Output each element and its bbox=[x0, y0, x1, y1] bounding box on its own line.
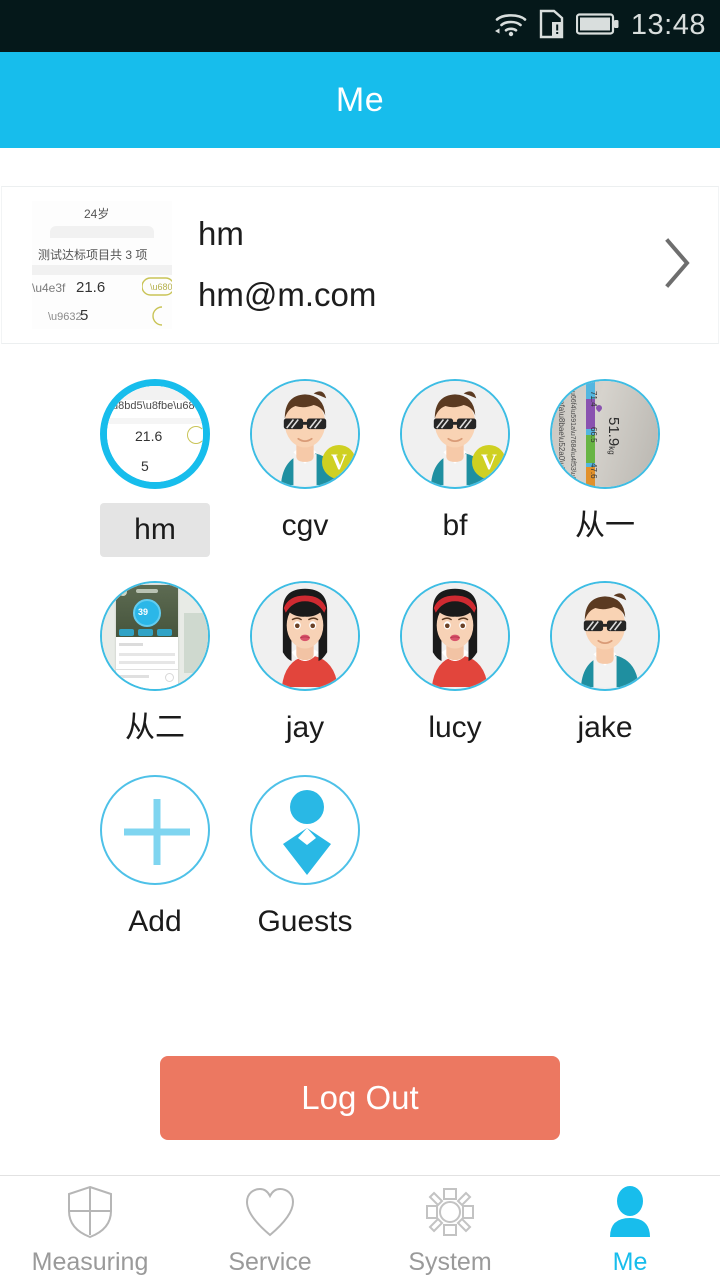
member-cell[interactable]: 71.4 66.5 47.6 51.9kg \u5efa\u8bae\u52a0… bbox=[530, 379, 680, 557]
avatar[interactable]: V bbox=[250, 379, 360, 489]
tab-system[interactable]: System bbox=[360, 1176, 540, 1280]
tab-label: Service bbox=[228, 1248, 312, 1276]
member-label: lucy bbox=[428, 711, 482, 744]
member-label: jake bbox=[577, 711, 633, 744]
member-cell[interactable]: 39 从二 bbox=[80, 581, 230, 751]
thumbnail-value-1: 21.6 bbox=[76, 279, 106, 296]
verified-badge: V bbox=[322, 445, 356, 479]
member-grid: \u8bd5\u8fbe\u6807\u9879\u76ee\u5171 3 \… bbox=[0, 379, 720, 969]
member-cell[interactable]: lucy bbox=[380, 581, 530, 751]
app-screenshot-icon: 39 bbox=[102, 583, 208, 689]
status-bar: 13:48 bbox=[0, 0, 720, 52]
shield-icon bbox=[65, 1185, 115, 1244]
member-label: hm bbox=[100, 503, 210, 557]
member-cell[interactable]: jay bbox=[230, 581, 380, 751]
member-cell[interactable]: jake bbox=[530, 581, 680, 751]
verified-badge: V bbox=[472, 445, 506, 479]
avatar[interactable]: 39 bbox=[100, 581, 210, 691]
app-header: Me bbox=[0, 52, 720, 148]
guests-label: Guests bbox=[257, 905, 353, 938]
tab-label: System bbox=[408, 1248, 492, 1276]
person-icon bbox=[603, 1185, 657, 1244]
female-headband-icon bbox=[402, 583, 508, 687]
avatar[interactable]: 71.4 66.5 47.6 51.9kg \u5efa\u8bae\u52a0… bbox=[550, 379, 660, 489]
tab-label: Measuring bbox=[31, 1248, 149, 1276]
battery-icon bbox=[575, 12, 620, 41]
member-label: bf bbox=[442, 509, 468, 542]
profile-name: hm bbox=[198, 215, 244, 253]
avatar[interactable] bbox=[550, 581, 660, 691]
profile-thumbnail: 24岁 测试达标项目共 3 项 \u4e3f 21.6 \u6807 \u963… bbox=[32, 201, 172, 329]
tab-me[interactable]: Me bbox=[540, 1176, 720, 1280]
svg-text:\u6807: \u6807 bbox=[150, 282, 172, 292]
add-button[interactable] bbox=[100, 775, 210, 885]
profile-email: hm@m.com bbox=[198, 276, 377, 313]
chevron-right-icon[interactable] bbox=[662, 236, 692, 295]
scale-photo-icon: 71.4 66.5 47.6 51.9kg \u5efa\u8bae\u52a0… bbox=[552, 381, 658, 487]
page-title: Me bbox=[335, 80, 385, 119]
member-label: 从二 bbox=[125, 711, 185, 744]
status-bar-clock: 13:48 bbox=[630, 8, 706, 41]
member-cell[interactable]: V bf bbox=[380, 379, 530, 557]
male-sunglasses-icon bbox=[552, 583, 658, 687]
member-label: jay bbox=[285, 711, 325, 744]
report-thumbnail-icon: \u8bd5\u8fbe\u6807\u9879\u76ee\u5171 3 \… bbox=[107, 386, 203, 482]
add-member-cell[interactable]: Add bbox=[80, 775, 230, 945]
guests-cell[interactable]: Guests bbox=[230, 775, 380, 945]
add-label: Add bbox=[128, 905, 182, 938]
logout-button[interactable]: Log Out bbox=[160, 1056, 560, 1140]
avatar[interactable]: \u8bd5\u8fbe\u6807\u9879\u76ee\u5171 3 \… bbox=[100, 379, 210, 489]
guest-person-icon bbox=[283, 790, 331, 875]
avatar[interactable]: V bbox=[400, 379, 510, 489]
tab-measuring[interactable]: Measuring bbox=[0, 1176, 180, 1280]
heart-icon bbox=[243, 1185, 297, 1244]
thumbnail-summary: 测试达标项目共 3 项 bbox=[38, 248, 148, 262]
member-label: cgv bbox=[281, 509, 329, 542]
wifi-icon bbox=[494, 10, 528, 42]
sim-card-alert-icon bbox=[539, 9, 565, 44]
thumbnail-value-2: 5 bbox=[80, 307, 89, 324]
tab-service[interactable]: Service bbox=[180, 1176, 360, 1280]
profile-info: hm hm@m.com bbox=[198, 215, 662, 315]
plus-icon bbox=[124, 799, 190, 865]
profile-card[interactable]: 24岁 测试达标项目共 3 项 \u4e3f 21.6 \u6807 \u963… bbox=[1, 186, 719, 344]
guests-button[interactable] bbox=[250, 775, 360, 885]
member-cell[interactable]: V cgv bbox=[230, 379, 380, 557]
bottom-navigation: Measuring Service System Me bbox=[0, 1175, 720, 1280]
tab-label: Me bbox=[612, 1248, 648, 1276]
avatar[interactable] bbox=[400, 581, 510, 691]
female-headband-icon bbox=[252, 583, 358, 687]
member-cell[interactable]: \u8bd5\u8fbe\u6807\u9879\u76ee\u5171 3 \… bbox=[80, 379, 230, 557]
thumbnail-age: 24岁 bbox=[84, 207, 110, 221]
member-label: 从一 bbox=[575, 509, 635, 542]
gear-icon bbox=[423, 1185, 477, 1244]
avatar[interactable] bbox=[250, 581, 360, 691]
